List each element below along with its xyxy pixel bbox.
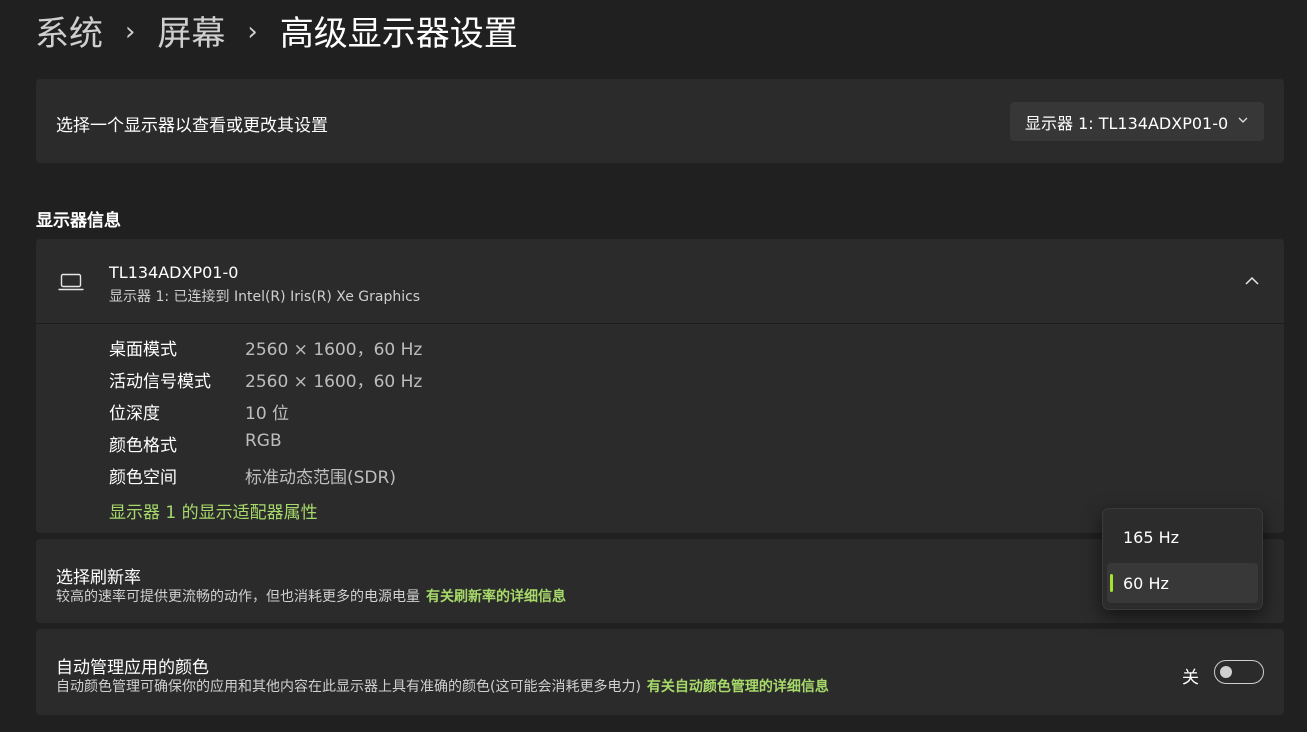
info-key: 位深度: [109, 404, 160, 424]
info-value: 2560 × 1600，60 Hz: [245, 372, 423, 392]
display-subtitle: 显示器 1: 已连接到 Intel(R) Iris(R) Xe Graphics: [109, 289, 421, 305]
refresh-rate-description: 较高的速率可提供更流畅的动作，但也消耗更多的电源电量: [56, 589, 420, 605]
display-adapter-properties-link[interactable]: 显示器 1 的显示适配器属性: [109, 498, 318, 523]
info-value: 标准动态范围(SDR): [245, 468, 396, 488]
section-title-display-info: 显示器信息: [36, 211, 121, 231]
refresh-rate-description-row: 较高的速率可提供更流畅的动作，但也消耗更多的电源电量 有关刷新率的详细信息: [56, 586, 566, 606]
info-value: 10 位: [245, 404, 290, 424]
display-select-card: 选择一个显示器以查看或更改其设置 显示器 1: TL134ADXP01-0: [36, 79, 1284, 163]
option-label: 165 Hz: [1123, 527, 1180, 547]
display-name: TL134ADXP01-0: [109, 263, 239, 282]
breadcrumb-display[interactable]: 屏幕: [157, 10, 225, 58]
info-key: 活动信号模式: [109, 372, 211, 392]
display-select-dropdown[interactable]: 显示器 1: TL134ADXP01-0: [1010, 102, 1264, 141]
auto-color-title: 自动管理应用的颜色: [56, 658, 209, 678]
selected-indicator: [1110, 574, 1113, 592]
toggle-state-label: 关: [1182, 668, 1199, 688]
refresh-rate-card: 选择刷新率 较高的速率可提供更流畅的动作，但也消耗更多的电源电量 有关刷新率的详细…: [36, 539, 1284, 623]
auto-color-toggle[interactable]: [1214, 660, 1264, 684]
auto-color-description-row: 自动颜色管理可确保你的应用和其他内容在此显示器上具有准确的颜色(这可能会消耗更多…: [56, 676, 829, 696]
auto-color-card: 自动管理应用的颜色 自动颜色管理可确保你的应用和其他内容在此显示器上具有准确的颜…: [36, 629, 1284, 715]
refresh-rate-title: 选择刷新率: [56, 568, 141, 588]
auto-color-info-link[interactable]: 有关自动颜色管理的详细信息: [647, 679, 829, 695]
display-select-label: 选择一个显示器以查看或更改其设置: [56, 116, 328, 136]
refresh-rate-info-link[interactable]: 有关刷新率的详细信息: [426, 589, 566, 605]
refresh-rate-dropdown-menu: 165 Hz 60 Hz: [1102, 508, 1263, 610]
display-select-value: 显示器 1: TL134ADXP01-0: [1025, 113, 1229, 133]
breadcrumb: 系统 › 屏幕 › 高级显示器设置: [35, 10, 518, 58]
option-label: 60 Hz: [1123, 573, 1169, 593]
auto-color-description: 自动颜色管理可确保你的应用和其他内容在此显示器上具有准确的颜色(这可能会消耗更多…: [56, 679, 641, 695]
chevron-down-icon: [1238, 117, 1248, 123]
laptop-icon: [58, 273, 84, 291]
info-key: 颜色格式: [109, 436, 177, 456]
chevron-up-icon[interactable]: [1244, 273, 1260, 289]
page-title: 高级显示器设置: [279, 14, 518, 54]
breadcrumb-system[interactable]: 系统: [35, 10, 103, 58]
info-key: 桌面模式: [109, 340, 177, 360]
refresh-rate-option-60hz[interactable]: 60 Hz: [1107, 563, 1258, 603]
refresh-rate-option-165hz[interactable]: 165 Hz: [1107, 517, 1258, 557]
toggle-knob: [1220, 666, 1232, 678]
display-info-card: TL134ADXP01-0 显示器 1: 已连接到 Intel(R) Iris(…: [36, 239, 1284, 533]
breadcrumb-separator: ›: [125, 17, 136, 47]
display-info-header[interactable]: TL134ADXP01-0 显示器 1: 已连接到 Intel(R) Iris(…: [36, 239, 1284, 324]
info-key: 颜色空间: [109, 468, 177, 488]
breadcrumb-separator: ›: [247, 17, 258, 47]
info-value: RGB: [245, 431, 282, 451]
info-value: 2560 × 1600，60 Hz: [245, 340, 423, 360]
